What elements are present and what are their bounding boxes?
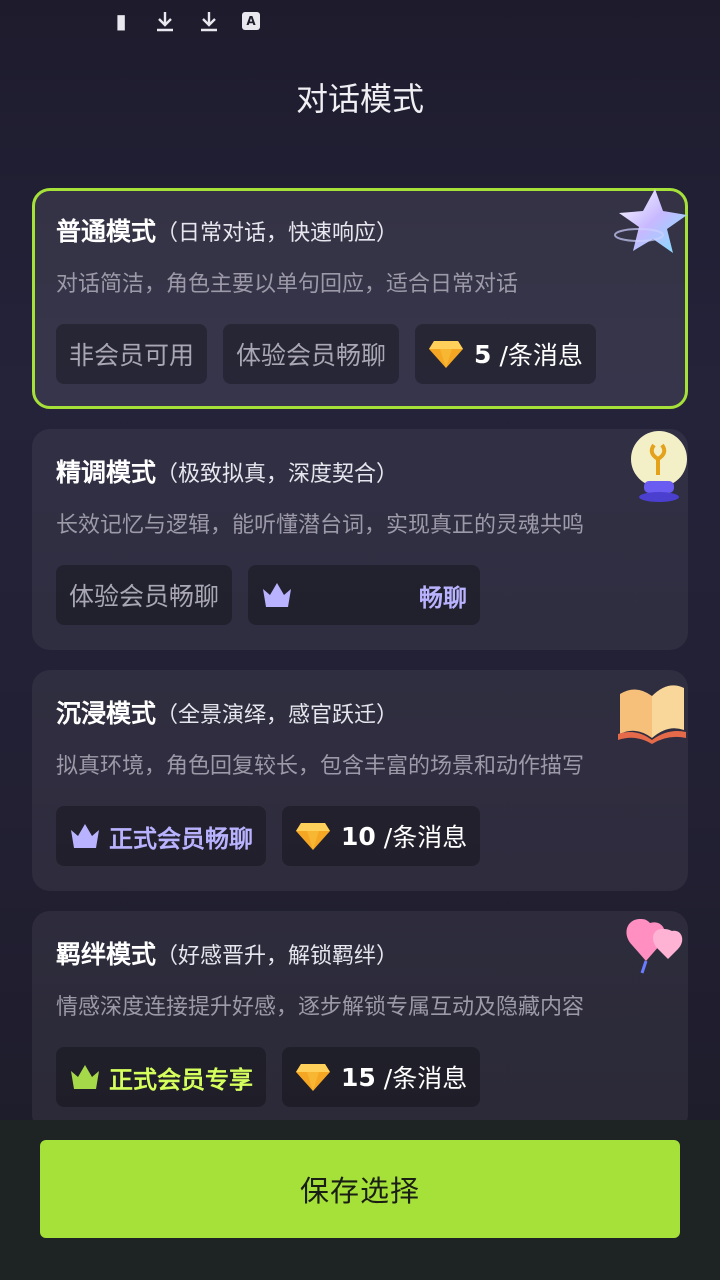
page-title: 对话模式 (295, 80, 424, 118)
price-value: 5 (474, 339, 492, 369)
price-tag: 15 /条消息 (282, 1047, 481, 1107)
card-description: 情感深度连接提升好感，逐步解锁专属互动及隐藏内容 (56, 995, 585, 1020)
price-value: 15 (341, 1062, 376, 1092)
vip-tag-label: 正式会员畅聊 (109, 824, 253, 853)
book-icon (618, 685, 686, 744)
card-description: 对话简洁，角色主要以单句回应，适合日常对话 (56, 272, 519, 297)
card-subtitle: （日常对话，快速响应） (156, 221, 399, 246)
price-unit: /条消息 (499, 341, 583, 370)
download-icon (154, 10, 176, 32)
mode-card-bond[interactable]: 羁绊模式（好感晋升，解锁羁绊） 情感深度连接提升好感，逐步解锁专属互动及隐藏内容… (32, 911, 688, 1132)
tag-list: 体验会员畅聊 畅聊 (56, 565, 664, 625)
mode-card-immersive[interactable]: 沉浸模式（全景演绎，感官跃迁） 拟真环境，角色回复较长，包含丰富的场景和动作描写… (32, 670, 688, 891)
tag-list: 非会员可用 体验会员畅聊 5 /条消息 (56, 324, 664, 384)
diamond-icon (296, 1064, 330, 1091)
card-title: 沉浸模式 (56, 699, 157, 728)
star-icon (614, 189, 687, 253)
tag-list: 正式会员专享 15 /条消息 (56, 1047, 664, 1107)
crown-icon (263, 583, 292, 607)
notification-icon: ▮ (115, 9, 127, 33)
price-value: 10 (341, 821, 376, 851)
heart-balloon-icon (626, 919, 683, 974)
card-subtitle: （好感晋升，解锁羁绊） (156, 944, 399, 969)
price-unit: /条消息 (383, 1064, 468, 1093)
vip-tag-label: 正式会员专享 (109, 1065, 253, 1094)
card-subtitle: （极致拟真，深度契合） (156, 462, 399, 487)
tag-trial-member: 体验会员畅聊 (56, 565, 233, 625)
card-description: 拟真环境，角色回复较长，包含丰富的场景和动作描写 (56, 754, 585, 779)
card-subtitle: （全景演绎，感官跃迁） (156, 703, 399, 728)
crown-icon (71, 1065, 99, 1089)
mode-card-refined[interactable]: 精调模式（极致拟真，深度契合） 长效记忆与逻辑，能听懂潜台词，实现真正的灵魂共鸣… (32, 429, 688, 650)
lightbulb-icon (631, 431, 687, 502)
price-tag: 10 /条消息 (282, 806, 481, 866)
crown-icon (71, 824, 99, 848)
card-title: 羁绊模式 (56, 940, 157, 969)
vip-tag-label: 畅聊 (419, 583, 468, 612)
status-bar: ▮ A (110, 10, 260, 32)
font-icon: A (242, 12, 260, 30)
card-title: 精调模式 (56, 458, 157, 487)
download-icon (198, 10, 220, 32)
mode-card-normal[interactable]: 普通模式（日常对话，快速响应） 对话简洁，角色主要以单句回应，适合日常对话 非会… (32, 188, 688, 409)
diamond-icon (429, 341, 464, 368)
save-button[interactable]: 保存选择 (40, 1140, 680, 1238)
tag-trial-member: 体验会员畅聊 (223, 324, 400, 384)
vip-tag: 畅聊 (248, 565, 481, 625)
diamond-icon (296, 823, 330, 850)
price-unit: /条消息 (383, 823, 468, 852)
price-tag: 5 /条消息 (415, 324, 596, 384)
card-description: 长效记忆与逻辑，能听懂潜台词，实现真正的灵魂共鸣 (56, 513, 585, 538)
tag-list: 正式会员畅聊 10 /条消息 (56, 806, 664, 866)
vip-tag: 正式会员畅聊 (56, 806, 266, 866)
vip-tag: 正式会员专享 (56, 1047, 266, 1107)
card-title: 普通模式 (56, 217, 157, 246)
tag-non-member: 非会员可用 (56, 324, 208, 384)
